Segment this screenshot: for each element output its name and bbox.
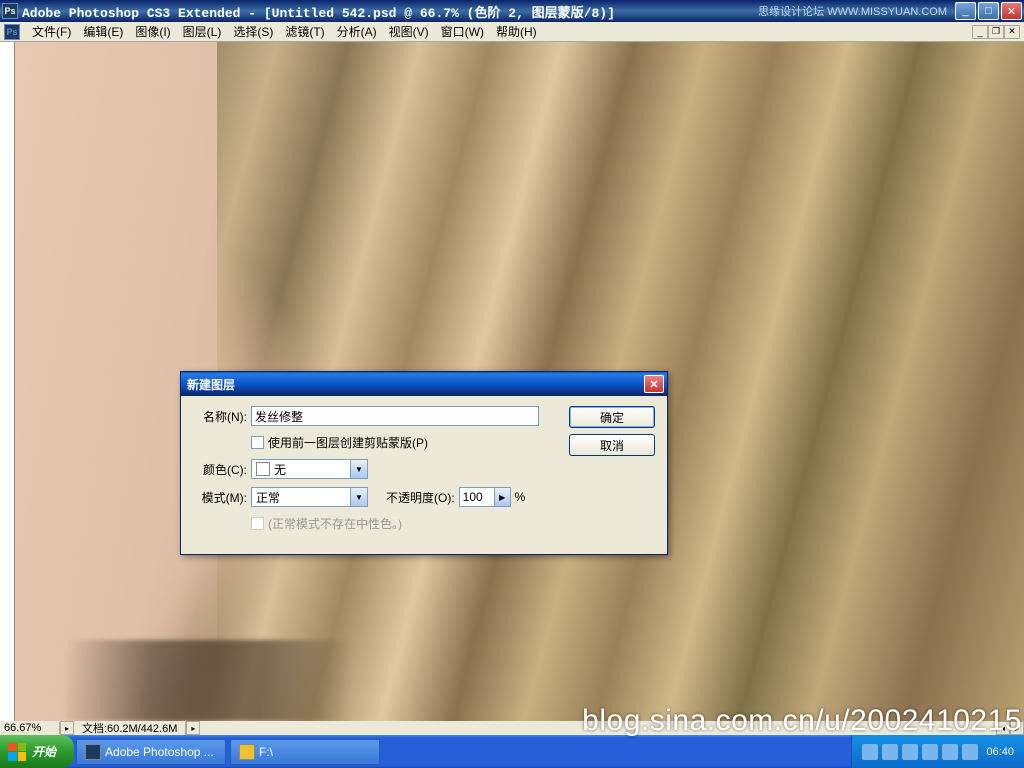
taskbar-item-explorer[interactable]: F:\ bbox=[230, 739, 380, 765]
new-layer-dialog: 新建图层 ✕ 名称(N): 使用前一图层创建剪贴蒙版(P) 颜色(C): 无 ▼ bbox=[180, 371, 668, 555]
tray-icon[interactable] bbox=[902, 744, 918, 760]
clipping-mask-label: 使用前一图层创建剪贴蒙版(P) bbox=[268, 434, 428, 451]
tray-icon[interactable] bbox=[862, 744, 878, 760]
dialog-close-button[interactable]: ✕ bbox=[644, 375, 664, 393]
menu-file[interactable]: 文件(F) bbox=[26, 21, 77, 42]
color-combo[interactable]: 无 ▼ bbox=[251, 459, 368, 479]
status-menu-button[interactable]: ▸ bbox=[186, 721, 200, 735]
scroll-right-button[interactable]: ▸ bbox=[1010, 721, 1024, 735]
scroll-left-button[interactable]: ◂ bbox=[996, 721, 1010, 735]
status-bar: 66.67% ▸ 文档:60.2M/442.6M ▸ ◂ ▸ bbox=[0, 721, 1024, 735]
opacity-percent: % bbox=[515, 490, 526, 504]
doc-minimize-button[interactable]: _ bbox=[972, 25, 988, 39]
menu-window[interactable]: 窗口(W) bbox=[435, 21, 490, 42]
name-input[interactable] bbox=[251, 406, 539, 426]
chevron-down-icon[interactable]: ▼ bbox=[351, 459, 368, 479]
dialog-title: 新建图层 bbox=[187, 376, 235, 393]
zoom-value[interactable]: 66.67% bbox=[0, 722, 60, 734]
windows-taskbar: 开始 Adobe Photoshop ... F:\ 06:40 bbox=[0, 735, 1024, 768]
system-tray: 06:40 bbox=[851, 735, 1024, 768]
taskbar-item-photoshop[interactable]: Adobe Photoshop ... bbox=[76, 739, 226, 765]
clock[interactable]: 06:40 bbox=[986, 746, 1014, 758]
maximize-button[interactable]: □ bbox=[978, 2, 999, 20]
mode-combo[interactable]: 正常 ▼ bbox=[251, 487, 368, 507]
mode-label: 模式(M): bbox=[193, 489, 247, 506]
doc-restore-button[interactable]: ❐ bbox=[988, 25, 1004, 39]
opacity-spinner[interactable]: ▶ bbox=[495, 487, 511, 507]
name-label: 名称(N): bbox=[193, 408, 247, 425]
canvas-area: 新建图层 ✕ 名称(N): 使用前一图层创建剪贴蒙版(P) 颜色(C): 无 ▼ bbox=[0, 42, 1024, 735]
windows-logo-icon bbox=[8, 743, 26, 761]
app-titlebar: Ps Adobe Photoshop CS3 Extended - [Untit… bbox=[0, 0, 1024, 22]
photoshop-icon: Ps bbox=[4, 24, 20, 40]
doc-close-button[interactable]: ✕ bbox=[1004, 25, 1020, 39]
opacity-label: 不透明度(O): bbox=[386, 489, 455, 506]
cancel-button[interactable]: 取消 bbox=[569, 434, 655, 456]
start-button[interactable]: 开始 bbox=[0, 735, 74, 768]
tray-icon[interactable] bbox=[962, 744, 978, 760]
document-size: 文档:60.2M/442.6M bbox=[74, 720, 186, 735]
neutral-checkbox bbox=[251, 517, 264, 530]
color-swatch bbox=[256, 462, 270, 476]
neutral-label: (正常模式不存在中性色。) bbox=[268, 515, 402, 532]
tray-icon[interactable] bbox=[942, 744, 958, 760]
folder-icon bbox=[239, 744, 255, 760]
menu-edit[interactable]: 编辑(E) bbox=[77, 21, 129, 42]
menu-help[interactable]: 帮助(H) bbox=[490, 21, 543, 42]
window-title: Adobe Photoshop CS3 Extended - [Untitled… bbox=[22, 2, 758, 21]
ok-button[interactable]: 确定 bbox=[569, 406, 655, 428]
menu-view[interactable]: 视图(V) bbox=[383, 21, 435, 42]
zoom-menu-button[interactable]: ▸ bbox=[60, 721, 74, 735]
menu-filter[interactable]: 滤镜(T) bbox=[279, 21, 330, 42]
tray-icon[interactable] bbox=[882, 744, 898, 760]
photoshop-icon bbox=[85, 744, 101, 760]
photoshop-icon: Ps bbox=[2, 3, 18, 19]
dialog-titlebar[interactable]: 新建图层 ✕ bbox=[181, 372, 667, 396]
close-button[interactable]: ✕ bbox=[1001, 2, 1022, 20]
ruler-vertical bbox=[0, 42, 15, 721]
menu-bar: Ps 文件(F) 编辑(E) 图像(I) 图层(L) 选择(S) 滤镜(T) 分… bbox=[0, 22, 1024, 42]
clipping-mask-checkbox[interactable] bbox=[251, 436, 264, 449]
opacity-input[interactable] bbox=[459, 487, 495, 507]
tray-icon[interactable] bbox=[922, 744, 938, 760]
menu-analysis[interactable]: 分析(A) bbox=[331, 21, 383, 42]
minimize-button[interactable]: _ bbox=[955, 2, 976, 20]
forum-watermark: 思缘设计论坛 WWW.MISSYUAN.COM bbox=[758, 3, 947, 19]
menu-image[interactable]: 图像(I) bbox=[129, 21, 176, 42]
color-label: 颜色(C): bbox=[193, 461, 247, 478]
menu-layer[interactable]: 图层(L) bbox=[177, 21, 228, 42]
chevron-down-icon[interactable]: ▼ bbox=[351, 487, 368, 507]
menu-select[interactable]: 选择(S) bbox=[227, 21, 279, 42]
